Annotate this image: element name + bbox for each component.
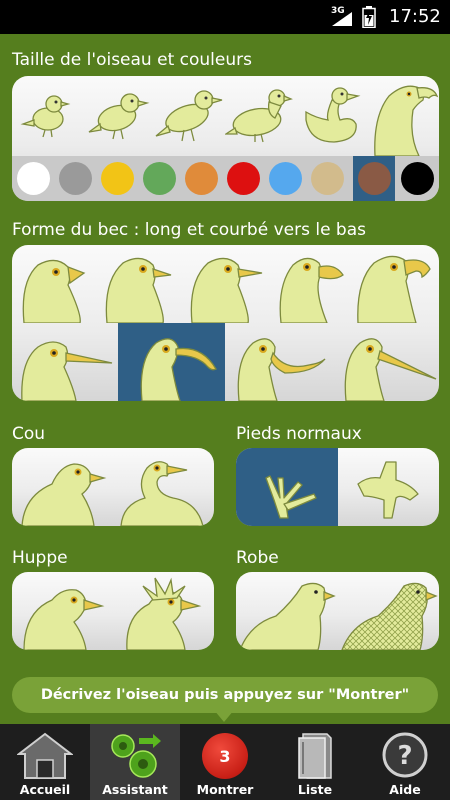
swatch-black — [401, 162, 434, 195]
beak-option-duck-bill[interactable] — [267, 245, 352, 323]
nav-show-label: Montrer — [196, 782, 254, 797]
color-beige[interactable] — [306, 156, 348, 201]
color-red[interactable] — [222, 156, 264, 201]
size-option-tiny[interactable] — [12, 76, 83, 156]
beak-option-long-downcurved[interactable] — [118, 323, 225, 401]
clock: 17:52 — [389, 6, 441, 27]
nav-show[interactable]: 3 Montrer — [180, 724, 270, 800]
color-green[interactable] — [138, 156, 180, 201]
section-title-size-colors: Taille de l'oiseau et couleurs — [12, 50, 252, 70]
swatch-orange — [185, 162, 218, 195]
beak-option-long-straight[interactable] — [12, 323, 118, 401]
swatch-white — [17, 162, 50, 195]
color-blue[interactable] — [264, 156, 306, 201]
beak-option-pointed[interactable] — [182, 245, 267, 323]
plumage-panel — [236, 572, 439, 650]
beak-panel — [12, 245, 439, 401]
hint-bubble-tail — [214, 710, 234, 722]
plumage-option-speckled[interactable] — [338, 572, 439, 650]
section-title-neck: Cou — [12, 424, 46, 444]
nav-assistant-label: Assistant — [102, 782, 168, 797]
section-title-plumage: Robe — [236, 548, 279, 568]
size-option-small[interactable] — [83, 76, 154, 156]
battery-icon — [362, 6, 376, 28]
color-yellow[interactable] — [96, 156, 138, 201]
size-option-pigeon[interactable] — [225, 76, 296, 156]
size-option-large[interactable] — [367, 76, 439, 156]
size-colors-panel — [12, 76, 439, 201]
beak-option-hooked[interactable] — [352, 245, 439, 323]
feet-option-webbed[interactable] — [338, 448, 439, 526]
crest-option-none[interactable] — [12, 572, 113, 650]
nav-assistant[interactable]: Assistant — [90, 724, 180, 800]
plumage-option-plain[interactable] — [236, 572, 338, 650]
hint-bubble: Décrivez l'oiseau puis appuyez sur "Mont… — [12, 677, 438, 713]
swatch-blue — [269, 162, 302, 195]
swatch-beige — [311, 162, 344, 195]
nav-home[interactable]: Accueil — [0, 724, 90, 800]
color-brown[interactable] — [353, 156, 395, 201]
crest-option-crested[interactable] — [113, 572, 214, 650]
color-orange[interactable] — [180, 156, 222, 201]
beak-option-thin[interactable] — [97, 245, 182, 323]
nav-home-label: Accueil — [19, 782, 71, 797]
color-selector — [12, 156, 439, 201]
swatch-grey — [59, 162, 92, 195]
swatch-red — [227, 162, 260, 195]
svg-text:?: ? — [397, 741, 412, 771]
beak-option-very-long-straight[interactable] — [332, 323, 439, 401]
swatch-green — [143, 162, 176, 195]
section-title-crest: Huppe — [12, 548, 68, 568]
section-title-feet: Pieds normaux — [236, 424, 362, 444]
color-white[interactable] — [12, 156, 54, 201]
feet-panel — [236, 448, 439, 526]
neck-option-short[interactable] — [12, 448, 113, 526]
results-count-badge: 3 — [202, 733, 248, 779]
home-icon — [17, 732, 73, 779]
nav-list-label: Liste — [297, 782, 333, 797]
status-bar: 3G 17:52 — [0, 0, 450, 34]
assistant-screen: Taille de l'oiseau et couleurs Forme du … — [0, 34, 450, 724]
swatch-brown — [358, 162, 391, 195]
signal-icon — [332, 12, 352, 26]
color-grey[interactable] — [54, 156, 96, 201]
size-option-medium[interactable] — [154, 76, 225, 156]
neck-option-long[interactable] — [113, 448, 214, 526]
beak-option-long-upcurved[interactable] — [225, 323, 332, 401]
neck-panel — [12, 448, 214, 526]
nav-help[interactable]: ? Aide — [360, 724, 450, 800]
color-black[interactable] — [396, 156, 438, 201]
nav-list[interactable]: Liste — [270, 724, 360, 800]
feet-option-normal[interactable] — [236, 448, 338, 526]
book-icon — [298, 733, 332, 779]
beak-option-short-conical[interactable] — [12, 245, 97, 323]
help-icon: ? — [382, 732, 428, 778]
gears-icon — [111, 734, 161, 778]
swatch-yellow — [101, 162, 134, 195]
crest-panel — [12, 572, 214, 650]
nav-help-label: Aide — [389, 782, 421, 797]
size-option-duck[interactable] — [296, 76, 367, 156]
bottom-navigation: Accueil Assistant 3 Montrer Liste ? Aide — [0, 724, 450, 800]
section-title-beak: Forme du bec : long et courbé vers le ba… — [12, 220, 366, 240]
